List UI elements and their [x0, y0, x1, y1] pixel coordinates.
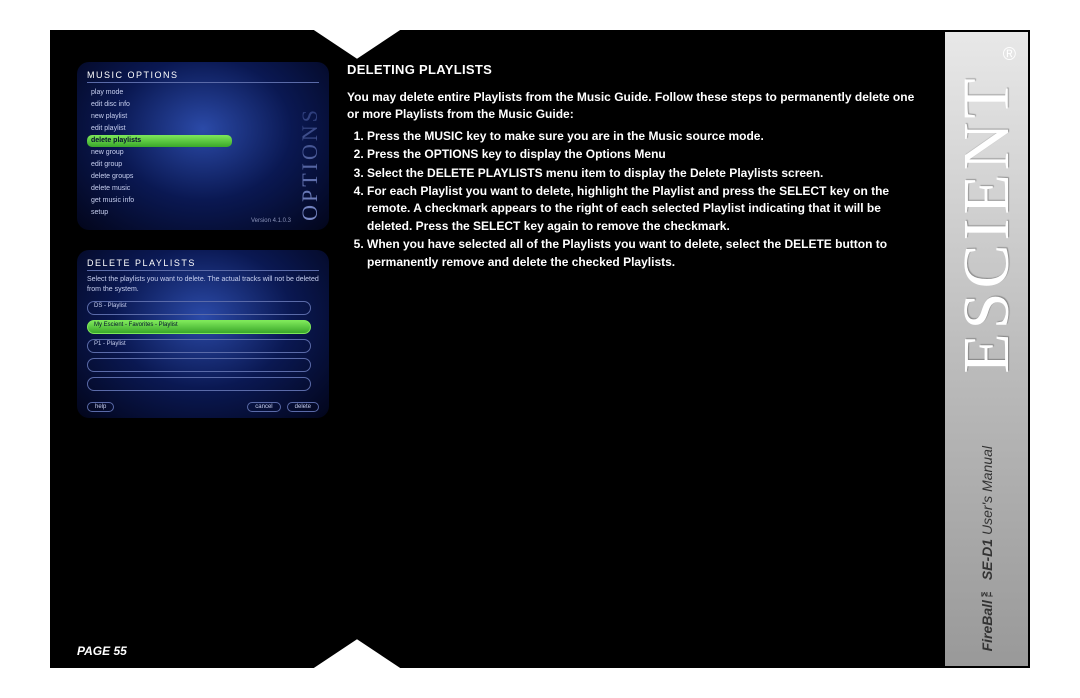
- instruction-step: For each Playlist you want to delete, hi…: [367, 183, 923, 235]
- playlist-row[interactable]: [87, 358, 311, 372]
- playlist-row[interactable]: My Escient - Favorites - Playlist: [87, 320, 311, 334]
- sidebar: ® ESCIENT FireBall™ SE-D1 User's Manual: [943, 32, 1028, 666]
- playlist-row[interactable]: P1 - Playlist: [87, 339, 311, 353]
- manual-suffix: User's Manual: [979, 446, 995, 535]
- panel-title: MUSIC OPTIONS: [87, 70, 319, 80]
- button-row: help cancel delete: [87, 402, 319, 412]
- playlist-rows-container: DS - Playlist My Escient - Favorites - Pl…: [87, 301, 319, 391]
- menu-item[interactable]: edit group: [87, 159, 232, 171]
- menu-item[interactable]: setup: [87, 207, 232, 219]
- section-heading: DELETING PLAYLISTS: [347, 62, 923, 77]
- screenshot-delete-playlists: DELETE PLAYLISTS Select the playlists yo…: [77, 250, 329, 418]
- menu-item[interactable]: new playlist: [87, 111, 232, 123]
- instruction-step: Press the OPTIONS key to display the Opt…: [367, 146, 923, 163]
- content-area: MUSIC OPTIONS play modeedit disc infonew…: [52, 32, 943, 666]
- page-number: PAGE 55: [77, 644, 127, 658]
- help-button[interactable]: help: [87, 402, 114, 412]
- instruction-step: When you have selected all of the Playli…: [367, 236, 923, 271]
- steps-list: Press the MUSIC key to make sure you are…: [347, 128, 923, 271]
- product-name: FireBall™ SE-D1: [979, 539, 995, 651]
- menu-item[interactable]: new group: [87, 147, 232, 159]
- brand-logo: ESCIENT: [949, 32, 1025, 431]
- menu-item[interactable]: play mode: [87, 87, 232, 99]
- page-frame: MUSIC OPTIONS play modeedit disc infonew…: [50, 30, 1030, 668]
- panel-description: Select the playlists you want to delete.…: [87, 275, 319, 295]
- divider: [87, 270, 319, 271]
- menu-item[interactable]: edit playlist: [87, 123, 232, 135]
- version-label: Version 4.1.0.3: [251, 218, 291, 224]
- music-options-menu: play modeedit disc infonew playlistedit …: [87, 87, 319, 219]
- instruction-step: Select the DELETE PLAYLISTS menu item to…: [367, 165, 923, 182]
- menu-item[interactable]: delete music: [87, 183, 232, 195]
- divider: [87, 82, 319, 83]
- options-vertical-label: OPTIONS: [297, 107, 323, 221]
- playlist-row[interactable]: DS - Playlist: [87, 301, 311, 315]
- menu-item[interactable]: delete playlists: [87, 135, 232, 147]
- screenshot-column: MUSIC OPTIONS play modeedit disc infonew…: [77, 62, 329, 636]
- panel-title: DELETE PLAYLISTS: [87, 258, 319, 268]
- manual-label: FireBall™ SE-D1 User's Manual: [979, 436, 995, 656]
- cancel-button[interactable]: cancel: [247, 402, 280, 412]
- menu-item[interactable]: edit disc info: [87, 99, 232, 111]
- menu-item[interactable]: get music info: [87, 195, 232, 207]
- instruction-step: Press the MUSIC key to make sure you are…: [367, 128, 923, 145]
- screenshot-music-options: MUSIC OPTIONS play modeedit disc infonew…: [77, 62, 329, 230]
- menu-item[interactable]: delete groups: [87, 171, 232, 183]
- delete-button[interactable]: delete: [287, 402, 319, 412]
- playlist-row[interactable]: [87, 377, 311, 391]
- instructions-panel: DELETING PLAYLISTS You may delete entire…: [347, 62, 923, 636]
- intro-paragraph: You may delete entire Playlists from the…: [347, 89, 923, 124]
